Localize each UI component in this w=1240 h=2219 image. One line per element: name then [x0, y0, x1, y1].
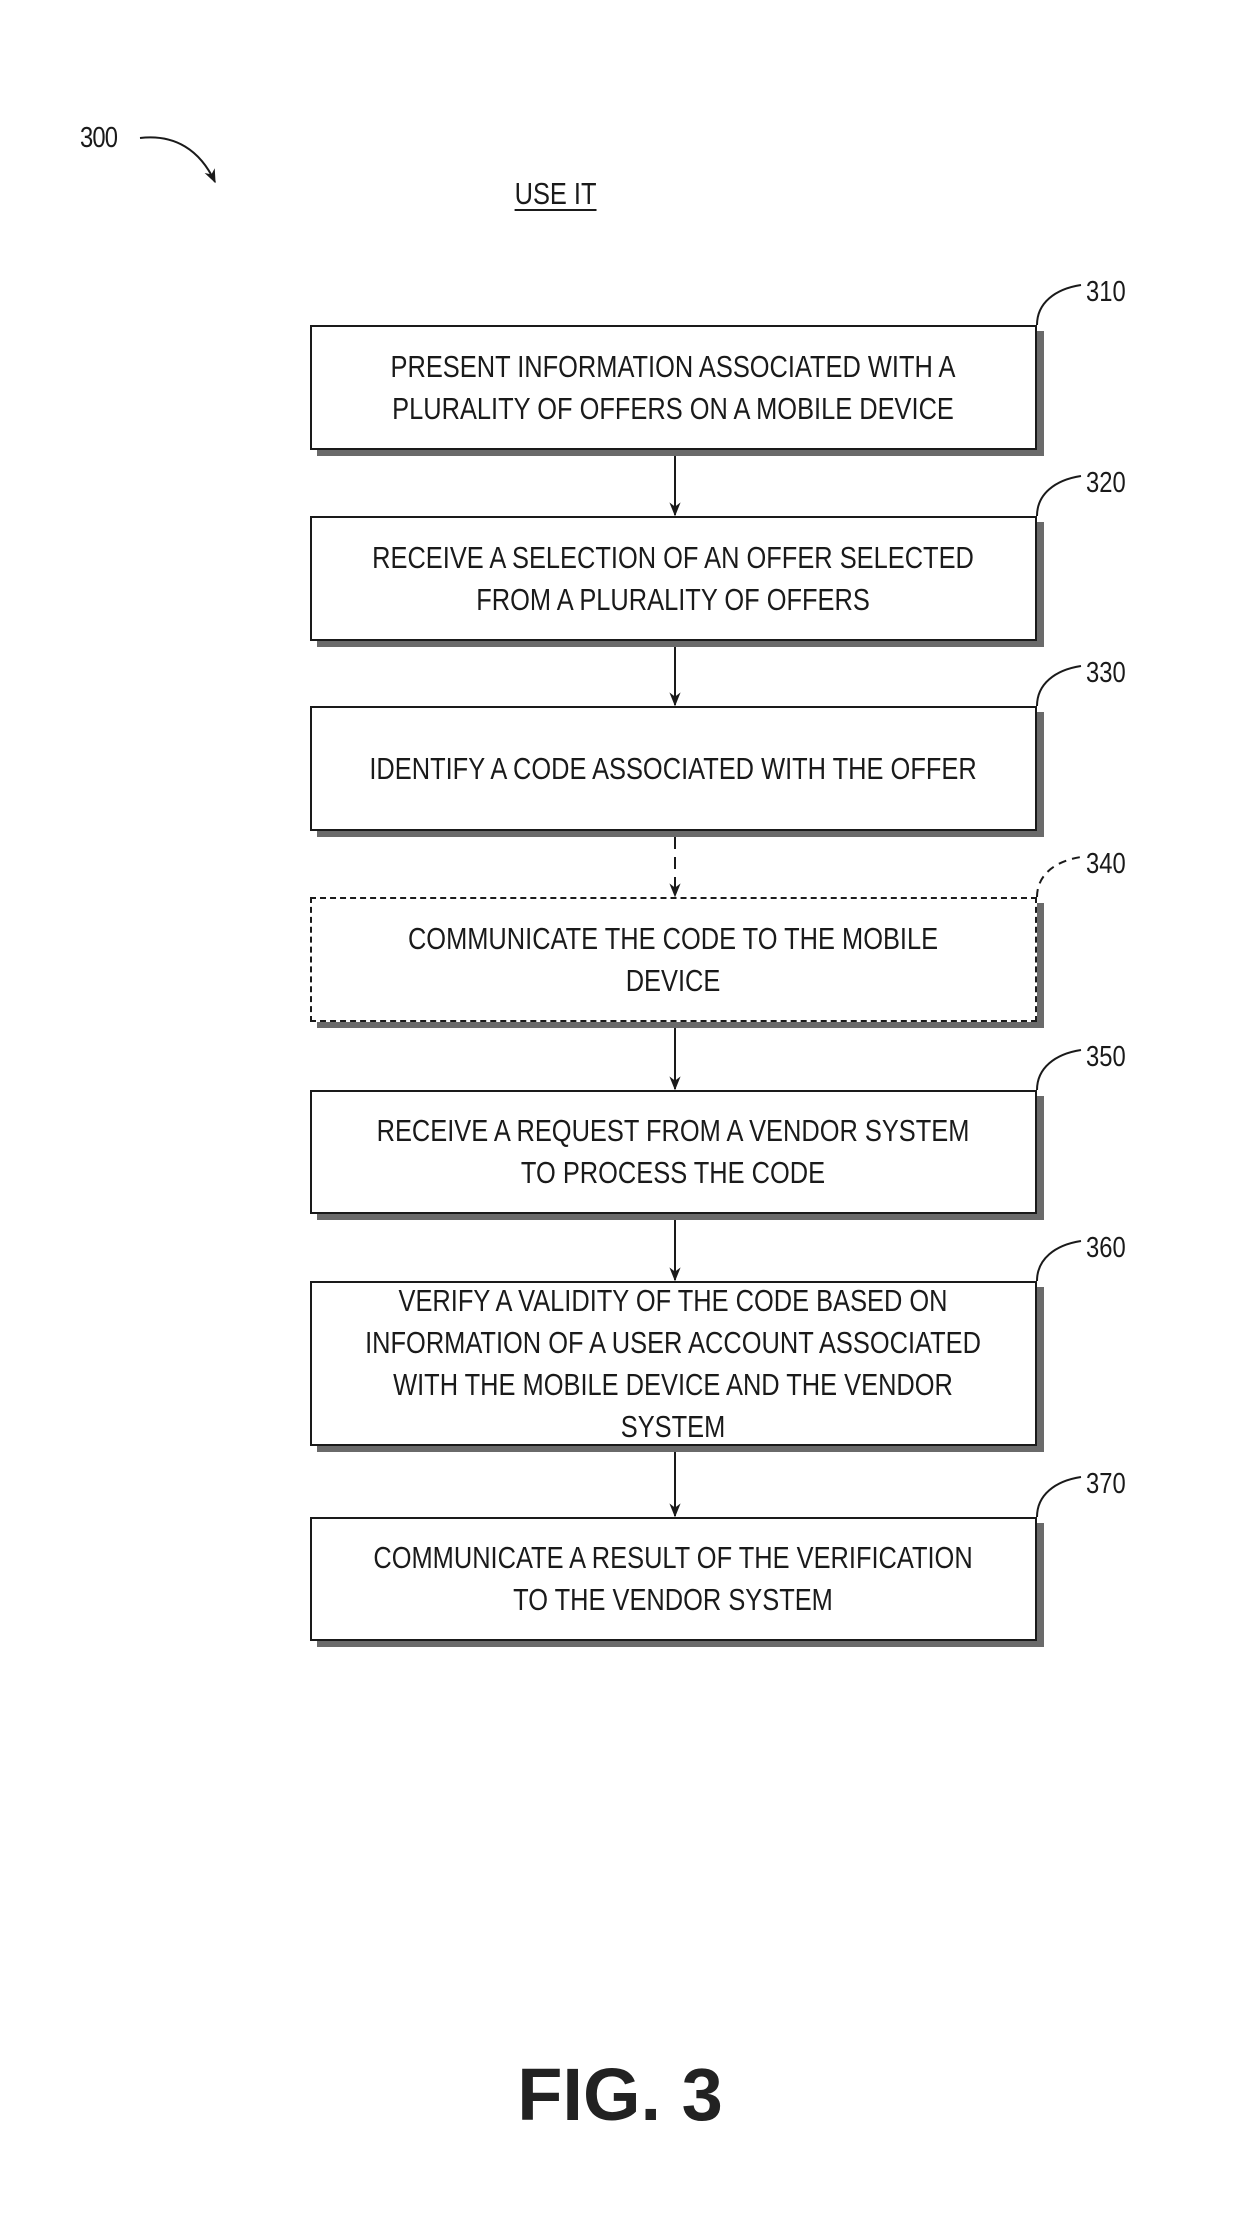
leader-line-340 [1036, 856, 1082, 898]
step-text: VERIFY A VALIDITY OF THE CODE BASED ON I… [365, 1282, 982, 1444]
step-text: PRESENT INFORMATION ASSOCIATED WITH A PL… [391, 348, 956, 426]
step-box-350: RECEIVE A REQUEST FROM A VENDOR SYSTEM T… [310, 1090, 1037, 1214]
figure-label: FIG. 3 [517, 2053, 723, 2136]
step-ref-340: 340 [1086, 848, 1126, 880]
step-text: IDENTIFY A CODE ASSOCIATED WITH THE OFFE… [369, 750, 978, 786]
step-ref-360: 360 [1086, 1232, 1126, 1264]
leader-line-320 [1036, 475, 1082, 517]
leader-line-360 [1036, 1240, 1082, 1282]
step-text: RECEIVE A REQUEST FROM A VENDOR SYSTEM T… [377, 1113, 970, 1190]
step-text: COMMUNICATE A RESULT OF THE VERIFICATION… [373, 1540, 974, 1617]
step-text: COMMUNICATE THE CODE TO THE MOBILE DEVIC… [408, 920, 939, 998]
figure-reference-numeral: 300 [80, 122, 118, 154]
leader-line-330 [1036, 665, 1082, 707]
step-box-310: PRESENT INFORMATION ASSOCIATED WITH A PL… [310, 325, 1037, 450]
leader-line-350 [1036, 1049, 1082, 1091]
step-ref-330: 330 [1086, 657, 1126, 689]
diagram-title: USE IT [514, 176, 597, 211]
step-box-340-optional: COMMUNICATE THE CODE TO THE MOBILE DEVIC… [310, 897, 1037, 1022]
step-ref-370: 370 [1086, 1468, 1126, 1500]
leader-line-370 [1036, 1476, 1082, 1518]
step-ref-350: 350 [1086, 1041, 1126, 1073]
step-box-370: COMMUNICATE A RESULT OF THE VERIFICATION… [310, 1517, 1037, 1641]
step-box-330: IDENTIFY A CODE ASSOCIATED WITH THE OFFE… [310, 706, 1037, 831]
leader-line-310 [1036, 284, 1082, 326]
step-ref-320: 320 [1086, 467, 1126, 499]
step-ref-310: 310 [1086, 276, 1126, 308]
step-box-360: VERIFY A VALIDITY OF THE CODE BASED ON I… [310, 1281, 1037, 1446]
step-text: RECEIVE A SELECTION OF AN OFFER SELECTED… [372, 539, 975, 617]
step-box-320: RECEIVE A SELECTION OF AN OFFER SELECTED… [310, 516, 1037, 641]
leader-lines [1036, 284, 1082, 1518]
